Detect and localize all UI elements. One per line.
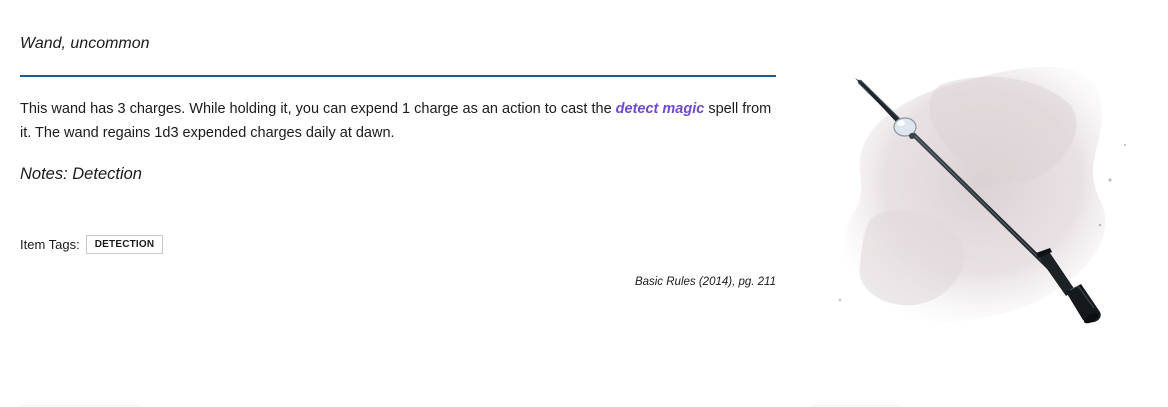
item-source: Basic Rules (2014), pg. 211 (634, 276, 776, 288)
item-tags-label: Item Tags: (20, 237, 80, 252)
item-type-rarity: Wand, uncommon (20, 35, 150, 52)
splash-background (832, 66, 1126, 322)
item-tags-row: Item Tags: DETECTION (20, 235, 776, 254)
detect-magic-spell-link[interactable]: detect magic (616, 101, 705, 117)
bottom-faint-line-left (20, 405, 140, 406)
item-notes: Notes: Detection (20, 165, 142, 183)
item-content: Wand, uncommon This wand has 3 charges. … (20, 33, 776, 288)
bottom-faint-line-right (810, 405, 900, 406)
item-detail-page: Wand, uncommon This wand has 3 charges. … (0, 0, 1168, 407)
wand-illustration-svg (832, 66, 1126, 324)
description-text-1: This wand has 3 charges. While holding i… (20, 101, 616, 117)
tag-detection[interactable]: DETECTION (85, 235, 164, 254)
header-divider (20, 75, 776, 77)
wand-illustration (800, 50, 1140, 350)
item-description: This wand has 3 charges. While holding i… (20, 97, 776, 145)
